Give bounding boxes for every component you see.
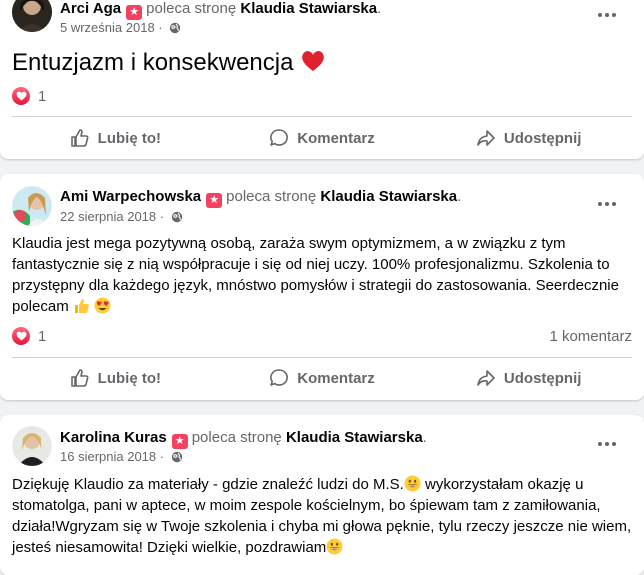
recommend-star-icon: ★ xyxy=(206,193,223,208)
post-card: Ami Warpechowska ★ poleca stronę Klaudia S… xyxy=(0,174,644,400)
more-options-icon[interactable] xyxy=(598,439,620,449)
post-date[interactable]: 22 sierpnia 2018 xyxy=(60,209,156,224)
recommend-star-icon: ★ xyxy=(126,5,143,20)
comment-label: Komentarz xyxy=(297,129,375,147)
like-thumb-icon xyxy=(70,369,89,387)
recommended-page-link[interactable]: Klaudia Stawiarska xyxy=(240,0,377,17)
comment-bubble-icon xyxy=(270,129,289,146)
divider xyxy=(12,116,632,117)
post-card: Arci Aga ★ poleca stronę Klaudia Stawiarsk… xyxy=(0,0,644,159)
reaction-count[interactable]: 1 xyxy=(38,88,46,105)
like-label: Lubię to! xyxy=(97,129,161,147)
globe-icon xyxy=(171,211,182,223)
comment-button[interactable]: Komentarz xyxy=(219,120,426,156)
post-card: Karolina Kuras ★ poleca stronę Klaudia Sta… xyxy=(0,415,644,575)
comment-count[interactable]: 1 komentarz xyxy=(549,328,632,345)
like-thumb-icon xyxy=(70,129,89,147)
share-button[interactable]: Udostępnij xyxy=(425,120,632,156)
share-label: Udostępnij xyxy=(503,129,582,147)
globe-icon xyxy=(170,22,181,34)
recommend-star-icon: ★ xyxy=(171,434,188,449)
heart-emoji xyxy=(302,51,324,71)
comment-label: Komentarz xyxy=(297,369,375,387)
recommended-page-link[interactable]: Klaudia Stawiarska xyxy=(320,188,457,205)
share-button[interactable]: Udostępnij xyxy=(425,360,632,396)
like-label: Lubię to! xyxy=(97,369,161,387)
avatar[interactable] xyxy=(12,186,52,226)
post-author[interactable]: Ami Warpechowska xyxy=(60,188,201,205)
heart-reaction-icon[interactable] xyxy=(12,327,30,345)
post-author[interactable]: Karolina Kuras xyxy=(60,429,167,446)
share-label: Udostępnij xyxy=(503,369,582,387)
post-date[interactable]: 16 sierpnia 2018 xyxy=(60,449,156,464)
comment-bubble-icon xyxy=(270,369,289,386)
like-button[interactable]: Lubię to! xyxy=(12,360,219,396)
post-date[interactable]: 5 września 2018 xyxy=(60,20,155,35)
avatar[interactable] xyxy=(12,0,52,32)
post-verb: poleca stronę xyxy=(226,188,317,205)
grinning-emoji xyxy=(404,475,421,492)
more-options-icon[interactable] xyxy=(598,199,620,209)
thumbs-up-emoji xyxy=(74,299,89,313)
post-text: Entuzjazm i konsekwencja xyxy=(12,49,294,76)
heart-eyes-emoji xyxy=(94,297,111,314)
post-verb: poleca stronę xyxy=(191,429,282,446)
avatar[interactable] xyxy=(12,426,52,466)
share-arrow-icon xyxy=(477,130,495,146)
reaction-count[interactable]: 1 xyxy=(38,328,46,345)
comment-button[interactable]: Komentarz xyxy=(219,360,426,396)
like-button[interactable]: Lubię to! xyxy=(12,120,219,156)
post-author[interactable]: Arci Aga xyxy=(60,0,121,17)
heart-reaction-icon[interactable] xyxy=(12,87,30,105)
globe-icon xyxy=(171,451,182,463)
post-text: Dziękuję Klaudio za materiały - gdzie zn… xyxy=(12,476,404,493)
more-options-icon[interactable] xyxy=(598,10,620,20)
grinning-emoji xyxy=(326,538,343,555)
post-verb: poleca stronę xyxy=(146,0,237,17)
recommended-page-link[interactable]: Klaudia Stawiarska xyxy=(286,429,423,446)
share-arrow-icon xyxy=(477,370,495,386)
divider xyxy=(12,357,632,358)
